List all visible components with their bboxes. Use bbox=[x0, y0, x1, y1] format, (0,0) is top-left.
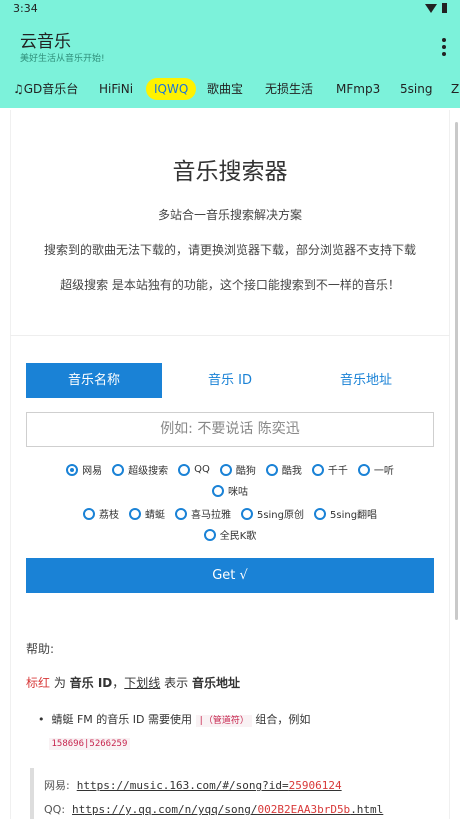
search-input[interactable]: 例如: 不要说话 陈奕迅 bbox=[26, 412, 434, 447]
radio-icon bbox=[240, 507, 253, 520]
radio-label: 5sing原创 bbox=[256, 510, 304, 521]
help-title: 帮助: bbox=[26, 642, 55, 656]
radio-label: 5sing翻唱 bbox=[330, 510, 378, 521]
app-bar: 3:34 云音乐 美好生活从音乐开始! ♫GD音乐台 HiFiNi IQWQ 歌… bbox=[0, 0, 460, 108]
radio-ximalaya[interactable]: 喜马拉雅 bbox=[174, 506, 231, 521]
example-netease: 网易: https://music.163.com/#/song?id=2590… bbox=[44, 768, 440, 792]
radio-yiting[interactable]: 一听 bbox=[357, 462, 394, 477]
more-menu-icon[interactable] bbox=[442, 38, 446, 56]
radio-label: QQ bbox=[194, 464, 210, 475]
help-underline-word: 下划线 bbox=[124, 676, 161, 690]
source-row-2: 咪咕 bbox=[26, 483, 434, 498]
status-time: 3:34 bbox=[13, 2, 38, 15]
help-text: 表示 bbox=[160, 676, 192, 690]
example-quote: 网易: https://music.163.com/#/song?id=2590… bbox=[30, 768, 440, 819]
radio-migu[interactable]: 咪咕 bbox=[212, 483, 248, 498]
radio-super[interactable]: 超级搜索 bbox=[112, 462, 168, 477]
bullet-dot: • bbox=[38, 713, 52, 726]
source-row-1: 网易 超级搜索 QQ 酷狗 酷我 千千 一听 bbox=[26, 462, 434, 477]
radio-icon bbox=[314, 507, 326, 520]
tab-hifini[interactable]: HiFiNi bbox=[99, 78, 133, 100]
scrollbar[interactable] bbox=[455, 122, 458, 620]
radio-label: 荔枝 bbox=[98, 510, 119, 521]
pipe-code: |（管道符） bbox=[195, 715, 252, 727]
source-row-3: 荔枝 蜻蜓 喜马拉雅 5sing原创 5sing翻唱 bbox=[26, 506, 434, 521]
radio-qianqian[interactable]: 千千 bbox=[311, 462, 348, 477]
radio-checked-icon bbox=[66, 463, 79, 476]
radio-lizhi[interactable]: 荔枝 bbox=[82, 506, 119, 521]
radio-label: 喜马拉雅 bbox=[190, 510, 231, 521]
radio-label: 一听 bbox=[373, 466, 394, 477]
help-bullet: • 蜻蜓 FM 的音乐 ID 需要使用 |（管道符） 组合，例如 158696|… bbox=[38, 709, 438, 755]
radio-quanmin-kge[interactable]: 全民K歌 bbox=[203, 527, 257, 542]
divider bbox=[10, 335, 450, 336]
help-text: ， bbox=[112, 676, 125, 690]
radio-label: 酷我 bbox=[281, 466, 302, 477]
example-code: 158696|5266259 bbox=[48, 738, 131, 750]
mode-tab-name[interactable]: 音乐名称 bbox=[26, 363, 162, 398]
tab-z[interactable]: Z bbox=[451, 78, 459, 100]
radio-icon bbox=[174, 507, 187, 520]
radio-5sing-original[interactable]: 5sing原创 bbox=[240, 506, 304, 521]
example-label: 网易: bbox=[44, 779, 70, 792]
radio-icon bbox=[357, 463, 370, 476]
battery-icon bbox=[442, 3, 447, 13]
radio-label: 咪咕 bbox=[228, 487, 248, 498]
source-row-4: 全民K歌 bbox=[26, 527, 434, 542]
radio-icon bbox=[112, 463, 125, 476]
notice-line: 搜索到的歌曲无法下载的，请更换浏览器下载，部分浏览器不支持下载 bbox=[43, 243, 416, 257]
mode-tab-url[interactable]: 音乐地址 bbox=[298, 363, 434, 398]
feature-line: 超级搜索 是本站独有的功能，这个接口能搜索到不一样的音乐！ bbox=[60, 278, 400, 292]
tab-wusun[interactable]: 无损生活 bbox=[265, 78, 313, 100]
radio-label: 超级搜索 bbox=[128, 466, 169, 477]
example-link[interactable]: https://music.163.com/#/song?id=25906124 bbox=[77, 779, 342, 792]
radio-label: 全民K歌 bbox=[219, 531, 257, 542]
help-red-word: 标红 bbox=[26, 676, 51, 690]
radio-icon bbox=[219, 463, 232, 476]
help-url-word: 音乐地址 bbox=[191, 676, 240, 690]
wifi-icon bbox=[425, 3, 437, 13]
radio-label: 酷狗 bbox=[235, 466, 256, 477]
radio-netease[interactable]: 网易 bbox=[66, 462, 102, 477]
status-icons bbox=[425, 3, 447, 13]
tab-mfmp3[interactable]: MFmp3 bbox=[336, 78, 380, 100]
radio-label: 蜻蜓 bbox=[144, 510, 165, 521]
radio-icon bbox=[203, 528, 216, 541]
radio-icon bbox=[178, 463, 191, 476]
radio-qq[interactable]: QQ bbox=[178, 463, 210, 476]
subtitle-line: 多站合一音乐搜索解决方案 bbox=[157, 208, 302, 222]
example-link[interactable]: https://y.qq.com/n/yqq/song/002B2EAA3brD… bbox=[72, 803, 383, 816]
help-id-word: 音乐 ID bbox=[69, 676, 113, 690]
tab-gequbao[interactable]: 歌曲宝 bbox=[207, 78, 243, 100]
example-label: QQ: bbox=[44, 803, 66, 816]
radio-icon bbox=[128, 507, 141, 520]
page-title: 音乐搜索器 bbox=[172, 159, 288, 185]
bullet-text: 蜻蜓 FM 的音乐 ID 需要使用 bbox=[51, 713, 196, 726]
app-subtitle: 美好生活从音乐开始! bbox=[20, 54, 105, 64]
app-title: 云音乐 bbox=[20, 32, 71, 52]
radio-icon bbox=[311, 463, 324, 476]
radio-kugou[interactable]: 酷狗 bbox=[219, 462, 256, 477]
example-qq: QQ: https://y.qq.com/n/yqq/song/002B2EAA… bbox=[44, 792, 440, 816]
radio-label: 网易 bbox=[82, 466, 103, 477]
radio-label: 千千 bbox=[327, 466, 348, 477]
radio-qingting[interactable]: 蜻蜓 bbox=[128, 506, 165, 521]
tab-iqwq[interactable]: IQWQ bbox=[146, 78, 197, 100]
help-legend: 标红 为 音乐 ID，下划线 表示 音乐地址 bbox=[26, 674, 240, 691]
radio-kuwo[interactable]: 酷我 bbox=[265, 462, 302, 477]
radio-icon bbox=[82, 507, 95, 520]
search-mode-tabs: 音乐名称 音乐 ID 音乐地址 bbox=[26, 363, 434, 398]
radio-icon bbox=[265, 463, 278, 476]
site-tabs: ♫GD音乐台 HiFiNi IQWQ 歌曲宝 无损生活 MFmp3 5sing … bbox=[0, 76, 460, 102]
mode-tab-id[interactable]: 音乐 ID bbox=[162, 363, 298, 398]
bullet-text: 组合，例如 bbox=[251, 713, 311, 726]
help-text: 为 bbox=[50, 676, 70, 690]
tab-5sing[interactable]: 5sing bbox=[400, 78, 432, 100]
radio-icon bbox=[212, 484, 224, 497]
get-button[interactable]: Get √ bbox=[26, 558, 434, 593]
tab-gd[interactable]: ♫GD音乐台 bbox=[13, 78, 78, 100]
radio-5sing-cover[interactable]: 5sing翻唱 bbox=[314, 506, 377, 521]
